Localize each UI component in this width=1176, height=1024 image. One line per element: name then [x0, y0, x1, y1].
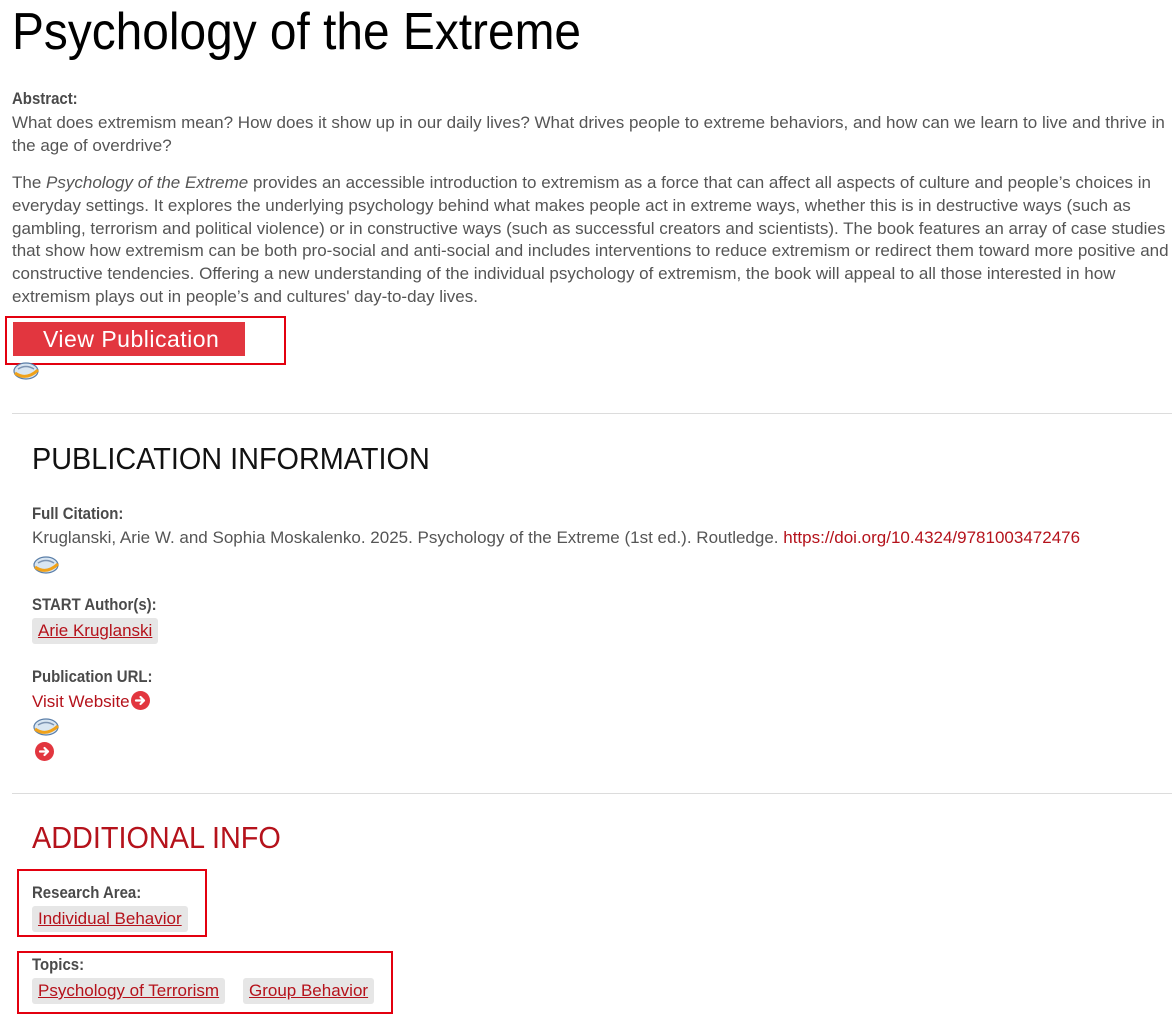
- publication-url-label: Publication URL:: [32, 667, 153, 686]
- research-area-label: Research Area:: [32, 883, 142, 902]
- full-citation-label: Full Citation:: [32, 504, 124, 523]
- arrow-right-circle-icon[interactable]: [35, 742, 54, 761]
- divider: [12, 413, 1172, 414]
- abstract-label: Abstract:: [12, 89, 78, 108]
- topic-tag[interactable]: Group Behavior: [243, 978, 375, 1004]
- citation-manager-icon[interactable]: [32, 555, 60, 575]
- topic-tag[interactable]: Psychology of Terrorism: [32, 978, 226, 1004]
- additional-info-heading: ADDITIONAL INFO: [32, 820, 281, 855]
- topics-label: Topics:: [32, 955, 85, 974]
- visit-website[interactable]: Visit Website: [32, 691, 150, 712]
- page-title: Psychology of the Extreme: [12, 3, 582, 61]
- research-area-tag[interactable]: Individual Behavior: [32, 906, 188, 932]
- abstract-text: provides an accessible introduction to e…: [12, 173, 1169, 306]
- author-tag[interactable]: Arie Kruglanski: [32, 618, 159, 644]
- publication-information-heading: PUBLICATION INFORMATION: [32, 441, 430, 476]
- abstract-text: The: [12, 173, 47, 192]
- citation-text: Kruglanski, Arie W. and Sophia Moskalenk…: [32, 528, 1080, 548]
- view-publication-button[interactable]: View Publication: [13, 322, 245, 356]
- arrow-right-circle-icon[interactable]: [130, 691, 150, 710]
- visit-website-link[interactable]: Visit Website: [32, 692, 130, 711]
- doi-link[interactable]: https://doi.org/10.4324/9781003472476: [783, 528, 1080, 547]
- abstract-paragraph-1: What does extremism mean? How does it sh…: [12, 113, 1165, 155]
- abstract-paragraph-2: The Psychology of the Extreme provides a…: [12, 172, 1172, 309]
- book-title-italic: Psychology of the Extreme: [46, 173, 249, 192]
- divider: [12, 793, 1172, 794]
- citation-manager-icon[interactable]: [32, 717, 60, 737]
- citation-manager-icon[interactable]: [12, 361, 40, 381]
- start-authors-label: START Author(s):: [32, 595, 157, 614]
- citation-body: Kruglanski, Arie W. and Sophia Moskalenk…: [32, 528, 784, 547]
